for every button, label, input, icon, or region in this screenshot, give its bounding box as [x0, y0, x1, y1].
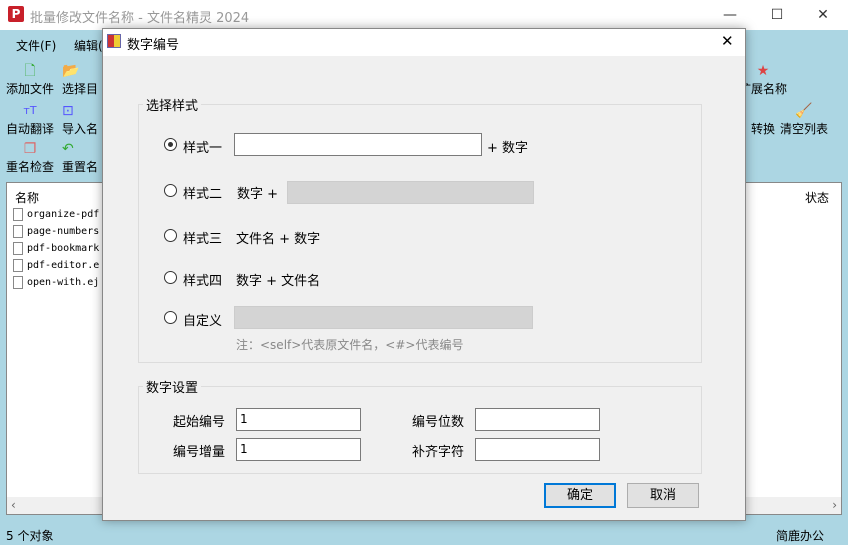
- style2-label[interactable]: 样式二: [183, 183, 222, 202]
- clear-list-button[interactable]: 🧹 清空列表: [776, 102, 832, 137]
- style2-radio[interactable]: [164, 184, 177, 197]
- style3-label[interactable]: 样式三: [183, 228, 222, 247]
- style1-radio[interactable]: [164, 138, 177, 151]
- app-logo-icon: P: [8, 6, 24, 22]
- dialog-titlebar: 数字编号 ✕: [103, 29, 745, 56]
- list-item[interactable]: organize-pdf: [13, 208, 99, 221]
- start-input[interactable]: 1: [236, 408, 361, 431]
- style3-text: 文件名 + 数字: [236, 232, 321, 247]
- list-item[interactable]: pdf-bookmark: [13, 242, 99, 255]
- step-label: 编号增量: [173, 445, 226, 460]
- import-names-label: 导入名: [62, 122, 99, 136]
- extend-name-label: 扩展名称: [738, 82, 787, 96]
- style4-text: 数字 + 文件名: [236, 274, 321, 289]
- close-button[interactable]: ✕: [808, 4, 838, 26]
- digits-input[interactable]: [475, 408, 600, 431]
- app-titlebar: P 批量修改文件名称 - 文件名精灵 2024 — ☐ ✕: [0, 0, 848, 30]
- add-files-button[interactable]: 🗋 添加文件: [2, 62, 58, 97]
- minimize-button[interactable]: —: [715, 4, 745, 26]
- add-file-icon: 🗋: [24, 63, 36, 79]
- style3-radio[interactable]: [164, 229, 177, 242]
- file-icon: [13, 225, 23, 238]
- digits-label: 编号位数: [412, 415, 465, 430]
- reset-names-label: 重置名: [62, 160, 99, 174]
- file-name: pdf-editor.e: [27, 260, 100, 271]
- add-files-label: 添加文件: [5, 82, 54, 96]
- translate-icon: тT: [23, 104, 37, 117]
- number-dialog: 数字编号 ✕ 选择样式 样式一 + 数字 样式二 数字 + 样式三 文件名 + …: [102, 28, 746, 521]
- file-icon: [13, 276, 23, 289]
- scroll-right-icon[interactable]: ›: [832, 498, 837, 512]
- file-name: page-numbers: [27, 226, 100, 237]
- custom-input[interactable]: [234, 306, 533, 329]
- menu-file[interactable]: 文件(F): [16, 37, 56, 54]
- file-icon: [13, 242, 23, 255]
- custom-radio[interactable]: [164, 311, 177, 324]
- file-icon: [13, 259, 23, 272]
- step-input[interactable]: 1: [236, 438, 361, 461]
- select-dir-label: 选择目: [62, 82, 99, 96]
- auto-translate-button[interactable]: тT 自动翻译: [2, 102, 58, 137]
- copy-check-icon: ❐: [23, 141, 37, 157]
- style-group-label: 选择样式: [143, 95, 202, 114]
- convert-label: 转换: [750, 122, 775, 136]
- list-item[interactable]: page-numbers: [13, 225, 99, 238]
- style4-label[interactable]: 样式四: [183, 270, 222, 289]
- file-name: pdf-bookmark: [27, 243, 100, 254]
- file-name: open-with.ej: [27, 277, 100, 288]
- status-brand: 简鹿办公: [776, 529, 825, 543]
- style4-radio[interactable]: [164, 271, 177, 284]
- cancel-button[interactable]: 取消: [627, 483, 699, 508]
- dialog-title: 数字编号: [127, 38, 180, 53]
- menu-edit[interactable]: 编辑(: [74, 37, 103, 54]
- eraser-icon: 🧹: [795, 103, 813, 119]
- style1-input[interactable]: [234, 133, 482, 156]
- auto-translate-label: 自动翻译: [5, 122, 54, 136]
- pad-label: 补齐字符: [412, 445, 465, 460]
- style1-label[interactable]: 样式一: [183, 137, 222, 156]
- status-count: 5 个对象: [6, 529, 54, 543]
- clear-list-label: 清空列表: [779, 122, 828, 136]
- number-group-label: 数字设置: [143, 377, 202, 396]
- app-title: 批量修改文件名称 - 文件名精灵 2024: [30, 11, 250, 26]
- rename-check-label: 重名检查: [5, 160, 54, 174]
- column-name[interactable]: 名称: [15, 189, 39, 206]
- file-icon: [13, 208, 23, 221]
- file-name: organize-pdf: [27, 209, 100, 220]
- pad-input[interactable]: [475, 438, 600, 461]
- custom-label[interactable]: 自定义: [183, 310, 222, 329]
- style1-suffix: + 数字: [487, 141, 529, 156]
- start-label: 起始编号: [173, 415, 226, 430]
- ok-button[interactable]: 确定: [544, 483, 616, 508]
- column-status[interactable]: 状态: [805, 189, 829, 206]
- list-item[interactable]: open-with.ej: [13, 276, 99, 289]
- maximize-button[interactable]: ☐: [762, 4, 792, 26]
- style2-input[interactable]: [287, 181, 534, 204]
- style2-prefix: 数字 +: [237, 187, 279, 202]
- number-group: [138, 386, 702, 474]
- dialog-close-button[interactable]: ✕: [721, 32, 734, 50]
- custom-note: 注：<self>代表原文件名，<#>代表编号: [236, 338, 464, 352]
- scroll-left-icon[interactable]: ‹: [11, 498, 16, 512]
- rename-check-button[interactable]: ❐ 重名检查: [2, 140, 58, 175]
- dialog-app-icon: [107, 34, 121, 48]
- list-item[interactable]: pdf-editor.e: [13, 259, 99, 272]
